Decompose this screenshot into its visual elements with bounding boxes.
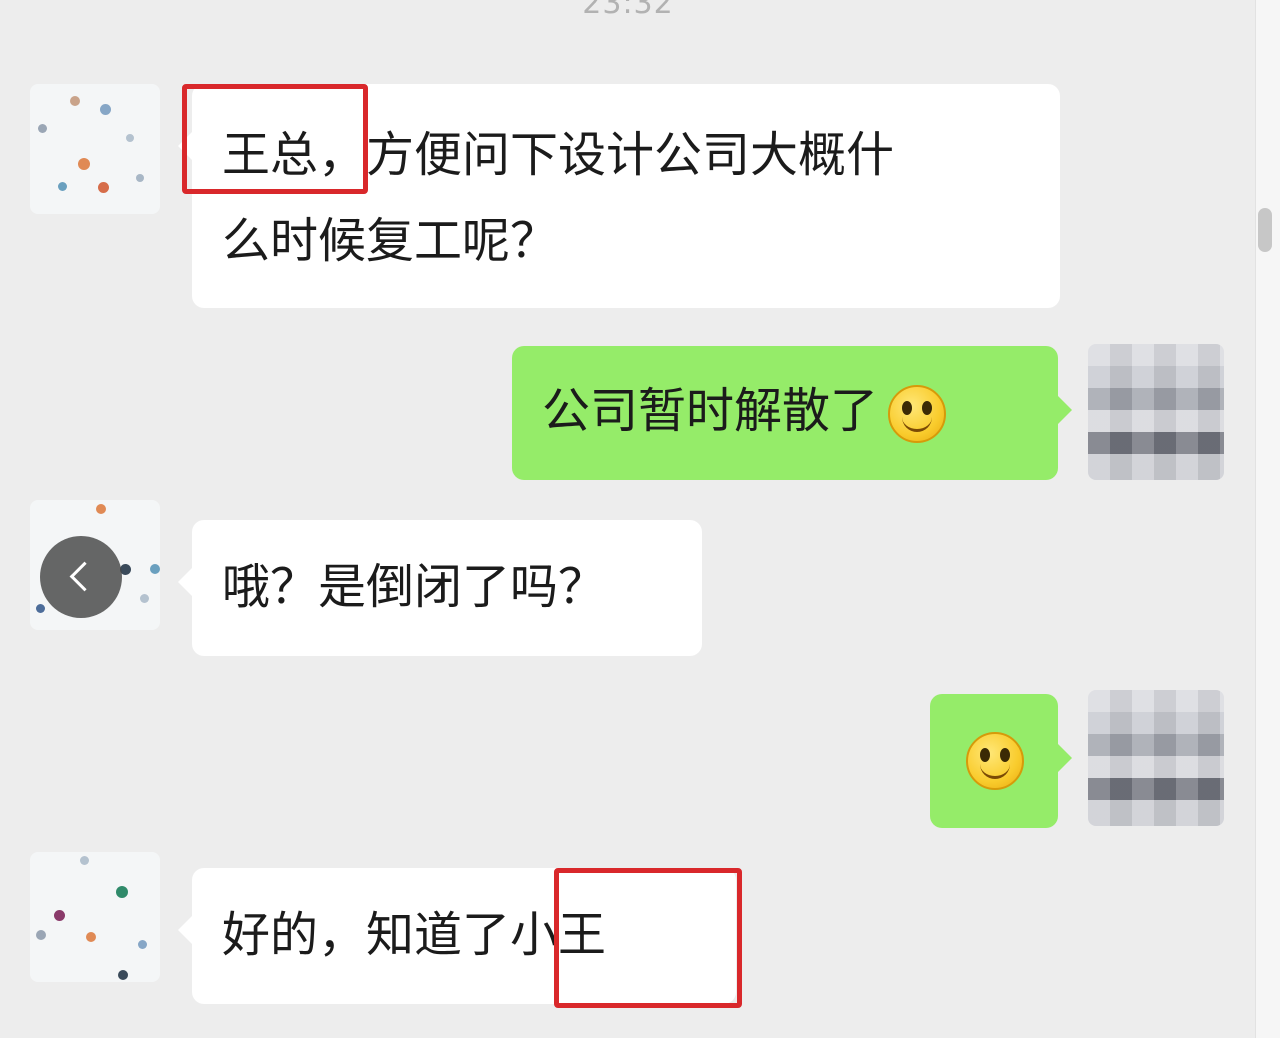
my-avatar[interactable] <box>1088 690 1224 826</box>
avatar-dot <box>54 910 65 921</box>
avatar-dot <box>116 886 128 898</box>
avatar-dot <box>140 594 149 603</box>
avatar-dot <box>70 96 80 106</box>
avatar-dot <box>138 940 147 949</box>
my-avatar[interactable] <box>1088 344 1224 480</box>
contact-avatar[interactable] <box>30 852 160 982</box>
message-text: 公司暂时解散了 <box>542 383 879 439</box>
avatar-dot <box>36 930 46 940</box>
avatar-dot <box>96 504 106 514</box>
scrollbar[interactable] <box>1255 0 1280 1038</box>
avatar-dot <box>150 564 160 574</box>
avatar-dot <box>58 182 67 191</box>
avatar-dot <box>38 124 47 133</box>
outgoing-message-bubble[interactable]: 公司暂时解散了 <box>512 346 1072 480</box>
contact-avatar[interactable] <box>30 84 160 214</box>
message-text: 方便问下设计公司大概什 <box>366 127 895 183</box>
back-button[interactable] <box>40 536 122 618</box>
message-text: 好的，知道了 <box>222 907 511 963</box>
avatar-dot <box>136 174 144 182</box>
outgoing-message-bubble[interactable] <box>930 694 1072 828</box>
incoming-message-bubble[interactable]: 哦？是倒闭了吗？ <box>178 520 702 656</box>
avatar-dot <box>98 182 109 193</box>
scroll-thumb[interactable] <box>1258 208 1272 252</box>
avatar-dot <box>36 604 45 613</box>
avatar-dot <box>80 856 89 865</box>
avatar-dot <box>86 932 96 942</box>
avatar-dot <box>118 970 128 980</box>
message-line: 么时候复工呢？ <box>222 198 1060 284</box>
avatar-dot <box>78 158 90 170</box>
message-text: 哦？是倒闭了吗？ <box>222 559 607 615</box>
avatar-dot <box>100 104 111 115</box>
avatar-dot <box>126 134 134 142</box>
message-text: 么时候复工呢？ <box>222 213 559 269</box>
highlight-box <box>554 868 742 1008</box>
chat-area: 23:32 王总，方便问下设计公司大概什 么时候复工呢？ 公司暂时解散了 哦？是… <box>0 0 1256 1038</box>
highlight-box <box>182 84 368 194</box>
smile-emoji-icon <box>888 385 947 443</box>
message-timestamp: 23:32 <box>582 0 674 21</box>
smile-emoji-icon <box>966 732 1024 790</box>
